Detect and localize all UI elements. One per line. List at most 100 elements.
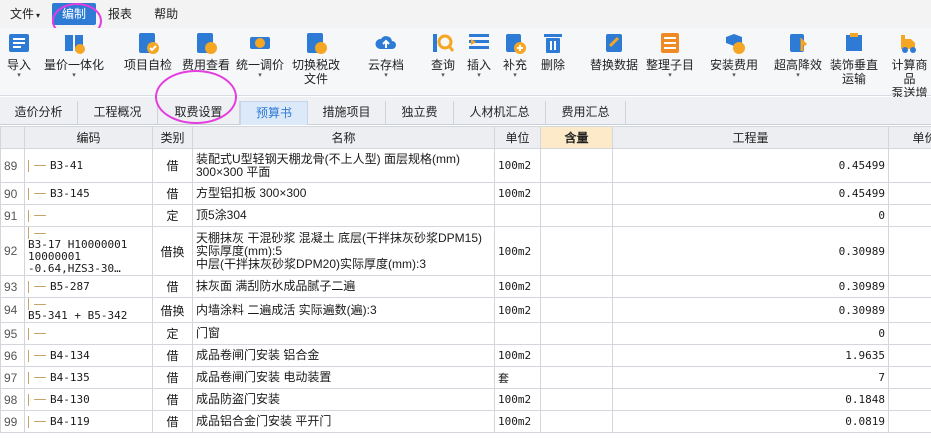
type-cell[interactable]: 借换 bbox=[152, 226, 193, 276]
price-cell[interactable]: 550 bbox=[888, 388, 931, 411]
quantity-cell[interactable]: 0.30989 bbox=[612, 297, 889, 323]
insert-button[interactable]: 插入 ▾ bbox=[466, 30, 492, 80]
content-cell[interactable] bbox=[540, 275, 613, 298]
table-row[interactable]: 95 定门窗 0 bbox=[0, 322, 931, 345]
quantity-cell[interactable]: 0.45499 bbox=[612, 148, 889, 183]
price-cell[interactable]: 5 bbox=[888, 275, 931, 298]
price-cell[interactable] bbox=[888, 322, 931, 345]
code-cell[interactable] bbox=[24, 204, 153, 227]
replace-data-button[interactable]: 替换数据 bbox=[590, 30, 638, 72]
price-cell[interactable]: 255 bbox=[888, 410, 931, 433]
code-cell[interactable] bbox=[24, 322, 153, 345]
content-cell[interactable] bbox=[540, 344, 613, 367]
price-cell[interactable]: 74 bbox=[888, 148, 931, 183]
menu-file[interactable]: 文件 ▾ bbox=[0, 3, 50, 25]
vertical-transport-button[interactable]: 装饰垂直 运输 bbox=[830, 30, 878, 86]
code-cell[interactable]: B4-119 bbox=[24, 410, 153, 433]
tab-measures[interactable]: 措施项目 bbox=[308, 101, 386, 125]
content-cell[interactable] bbox=[540, 182, 613, 205]
type-cell[interactable]: 借 bbox=[152, 148, 193, 183]
quantity-cell[interactable]: 0.30989 bbox=[612, 226, 889, 276]
type-cell[interactable]: 借换 bbox=[152, 297, 193, 323]
high-efficiency-button[interactable]: 超高降效 ▾ bbox=[774, 30, 822, 80]
cloud-archive-button[interactable]: 云存档 ▾ bbox=[368, 30, 404, 80]
quantity-cell[interactable]: 7 bbox=[612, 366, 889, 389]
content-cell[interactable] bbox=[540, 297, 613, 323]
name-cell[interactable]: 天棚抹灰 干混砂浆 混凝土 底层(干拌抹灰砂浆DPM15) 实际厚度(mm):5… bbox=[192, 226, 495, 276]
content-cell[interactable] bbox=[540, 322, 613, 345]
quantity-cell[interactable]: 0 bbox=[612, 204, 889, 227]
table-row[interactable]: 96 B4-134 借成品卷闸门安装 铝合金100m2 1.9635163 bbox=[0, 344, 931, 367]
content-cell[interactable] bbox=[540, 226, 613, 276]
name-cell[interactable]: 门窗 bbox=[192, 322, 495, 345]
col-content[interactable]: 含量 bbox=[540, 126, 613, 149]
unit-cell[interactable] bbox=[494, 204, 541, 227]
code-cell[interactable]: B3-17 H10000001 10000001 -0.64,HZS3-30… bbox=[24, 226, 153, 276]
unit-cell[interactable]: 100m2 bbox=[494, 275, 541, 298]
name-cell[interactable]: 成品卷闸门安装 铝合金 bbox=[192, 344, 495, 367]
code-cell[interactable]: B4-134 bbox=[24, 344, 153, 367]
col-name[interactable]: 名称 bbox=[192, 126, 495, 149]
table-row[interactable]: 97 B4-135 借成品卷闸门安装 电动装置套 73 bbox=[0, 366, 931, 389]
type-cell[interactable]: 借 bbox=[152, 344, 193, 367]
unit-cell[interactable]: 100m2 bbox=[494, 410, 541, 433]
unified-price-button[interactable]: 统一调价 ▾ bbox=[236, 30, 284, 80]
supplement-button[interactable]: 补充 ▾ bbox=[502, 30, 528, 80]
price-cell[interactable]: 16 bbox=[888, 226, 931, 276]
unit-cell[interactable]: 100m2 bbox=[494, 297, 541, 323]
menu-help[interactable]: 帮助 bbox=[144, 3, 188, 25]
price-integration-button[interactable]: 量价一体化 ▾ bbox=[44, 30, 104, 80]
content-cell[interactable] bbox=[540, 148, 613, 183]
name-cell[interactable]: 装配式U型轻钢天棚龙骨(不上人型) 面层规格(mm) 300×300 平面 bbox=[192, 148, 495, 183]
table-row[interactable]: 92 B3-17 H10000001 10000001 -0.64,HZS3-30… bbox=[0, 226, 931, 276]
col-code[interactable]: 编码 bbox=[24, 126, 153, 149]
query-button[interactable]: 查询 ▾ bbox=[430, 30, 456, 80]
content-cell[interactable] bbox=[540, 388, 613, 411]
install-fee-button[interactable]: 安装费用 ▾ bbox=[710, 30, 758, 80]
table-row[interactable]: 91 定顶5涂304 0 bbox=[0, 204, 931, 227]
table-row[interactable]: 90 B3-145 借方型铝扣板 300×300100m2 0.4549960 bbox=[0, 182, 931, 205]
code-cell[interactable]: B4-130 bbox=[24, 388, 153, 411]
code-cell[interactable]: B3-145 bbox=[24, 182, 153, 205]
tab-fee-summary[interactable]: 费用汇总 bbox=[546, 101, 626, 125]
menu-report[interactable]: 报表 bbox=[98, 3, 142, 25]
name-cell[interactable]: 顶5涂304 bbox=[192, 204, 495, 227]
tab-fee-settings[interactable]: 取费设置 bbox=[158, 101, 240, 125]
name-cell[interactable]: 成品卷闸门安装 电动装置 bbox=[192, 366, 495, 389]
name-cell[interactable]: 抹灰面 满刮防水成品腻子二遍 bbox=[192, 275, 495, 298]
tab-labor-material-summary[interactable]: 人材机汇总 bbox=[454, 101, 546, 125]
code-cell[interactable]: B5-341 + B5-342 bbox=[24, 297, 153, 323]
type-cell[interactable]: 借 bbox=[152, 366, 193, 389]
type-cell[interactable]: 借 bbox=[152, 182, 193, 205]
code-cell[interactable]: B5-287 bbox=[24, 275, 153, 298]
price-cell[interactable]: 163 bbox=[888, 344, 931, 367]
fee-view-button[interactable]: 费用查看 bbox=[182, 30, 230, 72]
table-row[interactable]: 98 B4-130 借成品防盗门安装100m2 0.1848550 bbox=[0, 388, 931, 411]
unit-cell[interactable]: 100m2 bbox=[494, 182, 541, 205]
col-unit[interactable]: 单位 bbox=[494, 126, 541, 149]
type-cell[interactable]: 借 bbox=[152, 388, 193, 411]
table-row[interactable]: 94 B5-341 + B5-342 借换 内墙涂料 二遍成活 实际遍数(遍):3 10… bbox=[0, 297, 931, 323]
col-price[interactable]: 单价 bbox=[888, 126, 931, 149]
type-cell[interactable]: 定 bbox=[152, 322, 193, 345]
tab-independent-fee[interactable]: 独立费 bbox=[386, 101, 454, 125]
name-cell[interactable]: 方型铝扣板 300×300 bbox=[192, 182, 495, 205]
delete-button[interactable]: 删除 bbox=[540, 30, 566, 72]
unit-cell[interactable]: 套 bbox=[494, 366, 541, 389]
unit-cell[interactable]: 100m2 bbox=[494, 344, 541, 367]
type-cell[interactable]: 借 bbox=[152, 410, 193, 433]
unit-cell[interactable]: 100m2 bbox=[494, 226, 541, 276]
quantity-cell[interactable]: 0.30989 bbox=[612, 275, 889, 298]
type-cell[interactable]: 借 bbox=[152, 275, 193, 298]
tab-project-overview[interactable]: 工程概况 bbox=[78, 101, 158, 125]
tax-switch-button[interactable]: 切换税改 文件 bbox=[292, 30, 340, 86]
content-cell[interactable] bbox=[540, 204, 613, 227]
quantity-cell[interactable]: 0.0819 bbox=[612, 410, 889, 433]
price-cell[interactable]: 3 bbox=[888, 366, 931, 389]
name-cell[interactable]: 成品铝合金门安装 平开门 bbox=[192, 410, 495, 433]
table-row[interactable]: 99 B4-119 借成品铝合金门安装 平开门100m2 0.0819255 bbox=[0, 410, 931, 433]
quantity-cell[interactable]: 0.45499 bbox=[612, 182, 889, 205]
import-button[interactable]: 导入 ▾ bbox=[6, 30, 32, 80]
name-cell[interactable]: 成品防盗门安装 bbox=[192, 388, 495, 411]
unit-cell[interactable]: 100m2 bbox=[494, 388, 541, 411]
